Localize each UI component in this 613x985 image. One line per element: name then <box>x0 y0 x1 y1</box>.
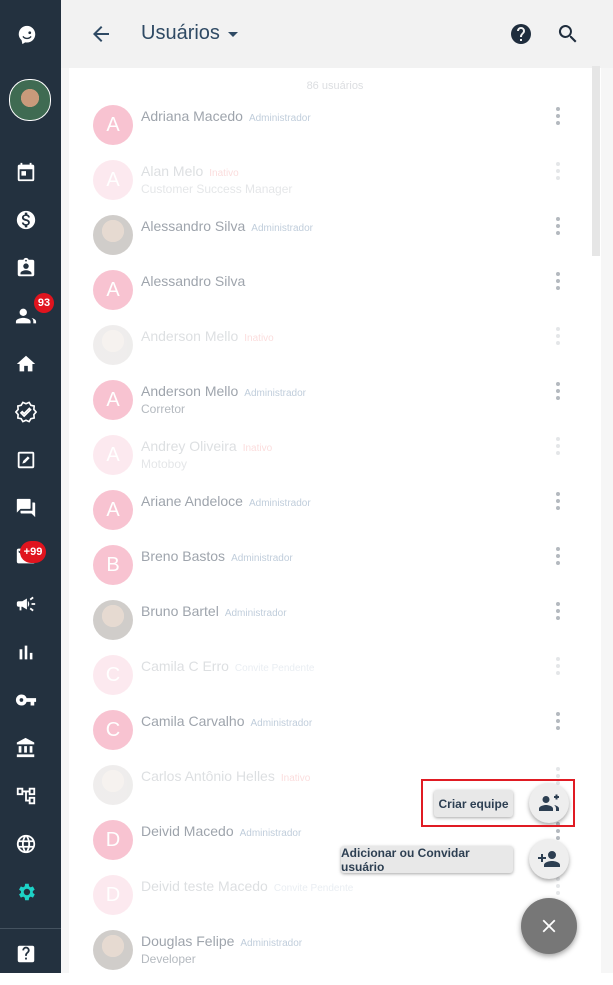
backdrop-overlay[interactable] <box>61 68 613 973</box>
back-arrow-icon[interactable] <box>89 22 113 46</box>
help-box-icon[interactable] <box>12 940 40 968</box>
globe-icon[interactable] <box>12 830 40 858</box>
key-icon[interactable] <box>12 686 40 714</box>
contacts-icon[interactable]: 93 <box>12 293 54 330</box>
highlight-box <box>421 779 575 827</box>
logo-icon[interactable] <box>13 21 41 49</box>
verified-icon[interactable] <box>12 398 40 426</box>
close-icon <box>542 919 556 933</box>
sidebar-divider <box>0 928 61 929</box>
hierarchy-icon[interactable] <box>12 782 40 810</box>
calendar-icon[interactable] <box>12 158 40 186</box>
scrollbar[interactable] <box>592 66 600 256</box>
megaphone-icon[interactable] <box>12 590 40 618</box>
person-add-icon <box>538 851 560 867</box>
search-icon[interactable] <box>556 22 580 51</box>
bar-chart-icon[interactable] <box>12 638 40 666</box>
sidebar: 93 +99 <box>0 0 61 973</box>
messages-icon[interactable]: +99 <box>12 541 46 570</box>
user-avatar[interactable] <box>9 79 51 121</box>
page-title[interactable]: Usuários <box>141 22 238 45</box>
contacts-badge: 93 <box>34 293 54 313</box>
settings-icon[interactable] <box>12 878 40 906</box>
add-user-button[interactable] <box>529 839 569 879</box>
task-edit-icon[interactable] <box>12 446 40 474</box>
messages-badge: +99 <box>20 541 46 563</box>
page-title-text: Usuários <box>141 22 220 44</box>
money-icon[interactable] <box>12 206 40 234</box>
help-icon[interactable] <box>509 22 533 51</box>
header: Usuários <box>61 0 613 68</box>
home-icon[interactable] <box>12 350 40 378</box>
add-user-label[interactable]: Adicionar ou Convidar usuário <box>341 846 513 874</box>
bank-icon[interactable] <box>12 734 40 762</box>
chat-icon[interactable] <box>12 494 40 522</box>
contact-clipboard-icon[interactable] <box>12 254 40 282</box>
caret-down-icon <box>227 32 238 37</box>
close-fab-button[interactable] <box>521 898 577 954</box>
